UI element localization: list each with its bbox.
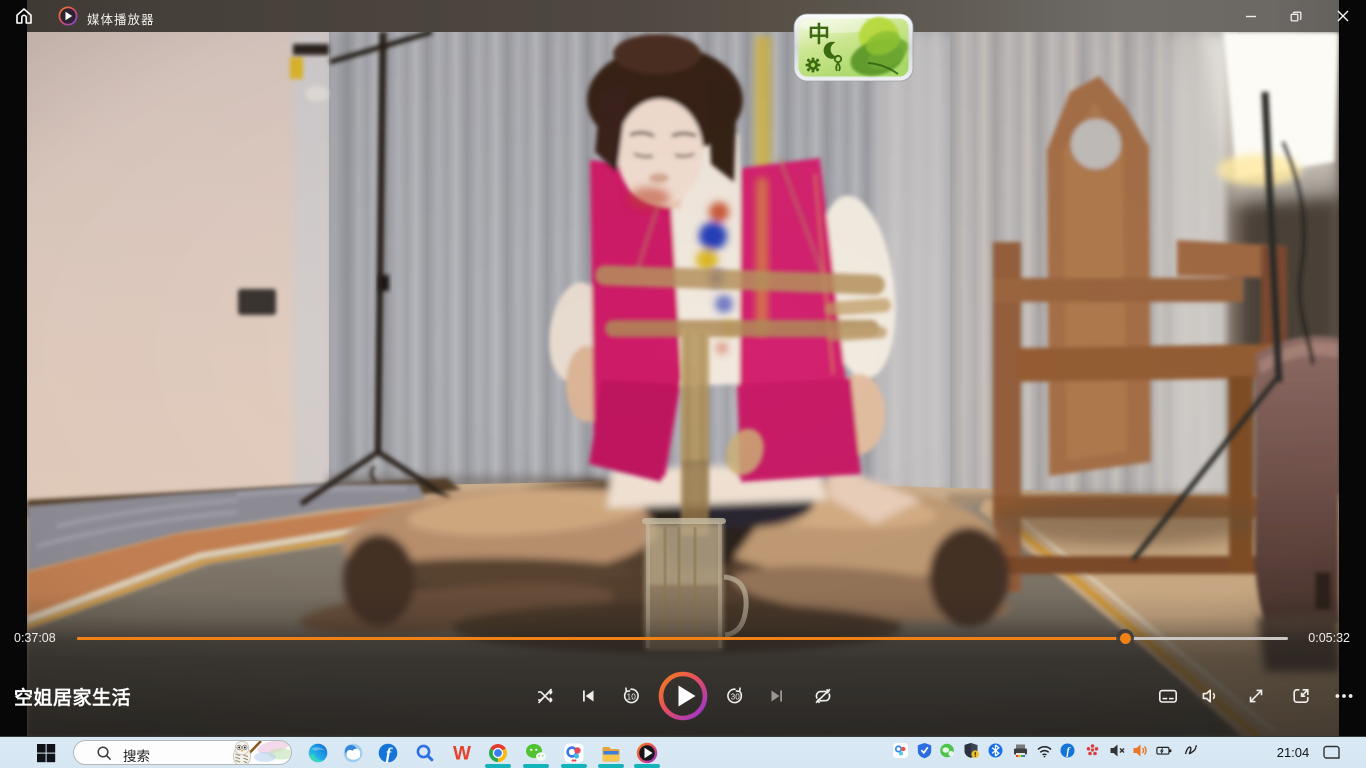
svg-text:中: 中 bbox=[808, 22, 830, 47]
svg-text:10: 10 bbox=[627, 693, 637, 702]
svg-text:30: 30 bbox=[731, 693, 741, 702]
svg-text:W: W bbox=[453, 744, 471, 765]
